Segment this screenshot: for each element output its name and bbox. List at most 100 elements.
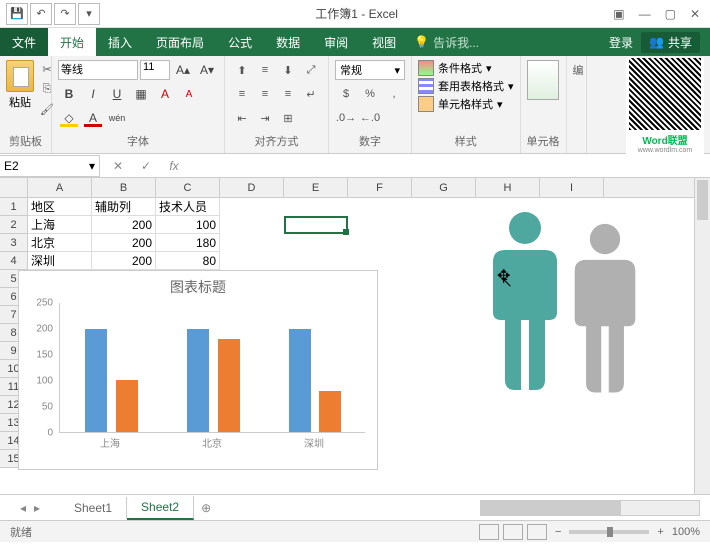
minimize-icon[interactable]: — — [639, 7, 651, 21]
chart-bar[interactable] — [85, 329, 107, 432]
font-size-select[interactable]: 11 — [140, 60, 170, 80]
sheet-tab-1[interactable]: Sheet1 — [60, 497, 127, 519]
enter-formula-icon[interactable]: ✓ — [136, 159, 156, 173]
column-header[interactable]: A — [28, 178, 92, 197]
tab-review[interactable]: 审阅 — [312, 28, 360, 56]
align-left-icon[interactable]: ≡ — [231, 84, 253, 104]
column-header[interactable]: H — [476, 178, 540, 197]
cells-icon[interactable] — [527, 60, 559, 100]
row-header[interactable]: 4 — [0, 252, 28, 270]
conditional-formatting-button[interactable]: 条件格式▾ — [418, 60, 492, 76]
save-icon[interactable]: 💾 — [6, 3, 28, 25]
person-shape-gray[interactable] — [560, 222, 650, 402]
person-shape-teal[interactable] — [480, 210, 570, 400]
column-header[interactable]: F — [348, 178, 412, 197]
align-center-icon[interactable]: ≡ — [254, 84, 276, 104]
align-right-icon[interactable]: ≡ — [277, 84, 299, 104]
bold-button[interactable]: B — [58, 84, 80, 104]
zoom-in-icon[interactable]: + — [657, 526, 663, 538]
maximize-icon[interactable]: ▢ — [665, 7, 676, 21]
login-link[interactable]: 登录 — [609, 34, 633, 51]
sheet-tab-2[interactable]: Sheet2 — [127, 496, 194, 520]
underline-button[interactable]: U — [106, 84, 128, 104]
tell-me[interactable]: 💡告诉我... — [408, 28, 609, 56]
embedded-chart[interactable]: 图表标题 050100150200250 上海北京深圳 — [18, 270, 378, 470]
cell[interactable]: 180 — [156, 234, 220, 252]
format-as-table-button[interactable]: 套用表格格式▾ — [418, 78, 514, 94]
tab-view[interactable]: 视图 — [360, 28, 408, 56]
tab-file[interactable]: 文件 — [0, 28, 48, 56]
page-layout-view-icon[interactable] — [503, 524, 523, 540]
column-header[interactable]: I — [540, 178, 604, 197]
border-icon[interactable]: ▦ — [130, 84, 152, 104]
percent-icon[interactable]: % — [359, 84, 381, 104]
scrollbar-thumb[interactable] — [697, 180, 708, 220]
decrease-font-icon[interactable]: A▾ — [196, 60, 218, 80]
column-header[interactable]: D — [220, 178, 284, 197]
increase-font-icon[interactable]: A▴ — [172, 60, 194, 80]
name-box[interactable]: E2▾ — [0, 155, 100, 177]
add-sheet-button[interactable]: ⊕ — [194, 501, 218, 515]
zoom-level[interactable]: 100% — [672, 526, 700, 538]
tab-formulas[interactable]: 公式 — [216, 28, 264, 56]
orientation-icon[interactable]: ⤢ — [300, 60, 322, 80]
wrap-text-icon[interactable]: ↵ — [300, 84, 322, 104]
chart-bar[interactable] — [319, 391, 341, 432]
cell[interactable]: 上海 — [28, 216, 92, 234]
currency-icon[interactable]: $ — [335, 84, 357, 104]
undo-icon[interactable]: ↶ — [30, 3, 52, 25]
phonetic-icon[interactable]: wén — [106, 108, 128, 128]
normal-view-icon[interactable] — [479, 524, 499, 540]
cell[interactable]: 100 — [156, 216, 220, 234]
column-header[interactable]: G — [412, 178, 476, 197]
chart-title[interactable]: 图表标题 — [19, 271, 377, 303]
font-large-icon[interactable]: A — [154, 84, 176, 104]
qat-more-icon[interactable]: ▾ — [78, 3, 100, 25]
zoom-out-icon[interactable]: − — [555, 526, 561, 538]
page-break-view-icon[interactable] — [527, 524, 547, 540]
chart-bar[interactable] — [289, 329, 311, 432]
tab-home[interactable]: 开始 — [48, 28, 96, 56]
vertical-scrollbar[interactable] — [694, 178, 710, 494]
align-bottom-icon[interactable]: ⬇ — [277, 60, 299, 80]
number-format-select[interactable]: 常规▾ — [335, 60, 405, 80]
scrollbar-thumb[interactable] — [481, 501, 621, 515]
next-sheet-icon[interactable]: ▸ — [34, 501, 40, 515]
increase-decimal-icon[interactable]: .0→ — [335, 108, 357, 128]
row-header[interactable]: 2 — [0, 216, 28, 234]
row-header[interactable]: 1 — [0, 198, 28, 216]
cancel-formula-icon[interactable]: ✕ — [108, 159, 128, 173]
cell[interactable]: 80 — [156, 252, 220, 270]
share-button[interactable]: 👥共享 — [641, 32, 700, 53]
chart-bar[interactable] — [187, 329, 209, 432]
select-all-corner[interactable] — [0, 178, 28, 197]
italic-button[interactable]: I — [82, 84, 104, 104]
decrease-indent-icon[interactable]: ⇤ — [231, 108, 253, 128]
paste-button[interactable]: 粘贴 — [6, 60, 34, 110]
cell[interactable]: 深圳 — [28, 252, 92, 270]
tab-insert[interactable]: 插入 — [96, 28, 144, 56]
tab-pagelayout[interactable]: 页面布局 — [144, 28, 216, 56]
redo-icon[interactable]: ↷ — [54, 3, 76, 25]
font-name-select[interactable]: 等线 — [58, 60, 138, 80]
row-header[interactable]: 3 — [0, 234, 28, 252]
cell[interactable]: 技术人员 — [156, 198, 220, 216]
selected-cell[interactable] — [284, 216, 348, 234]
merge-icon[interactable]: ⊞ — [277, 108, 299, 128]
cell[interactable]: 地区 — [28, 198, 92, 216]
align-middle-icon[interactable]: ≡ — [254, 60, 276, 80]
fx-icon[interactable]: fx — [164, 159, 184, 173]
chart-bar[interactable] — [116, 380, 138, 432]
sheet-nav[interactable]: ◂▸ — [0, 501, 60, 515]
column-header[interactable]: E — [284, 178, 348, 197]
decrease-decimal-icon[interactable]: ←.0 — [359, 108, 381, 128]
cell[interactable]: 200 — [92, 234, 156, 252]
spreadsheet-grid[interactable]: ABCDEFGHI 123456789101112131415 地区辅助列技术人… — [0, 178, 710, 494]
font-small-icon[interactable]: A — [178, 84, 200, 104]
cell[interactable]: 200 — [92, 216, 156, 234]
cell[interactable]: 北京 — [28, 234, 92, 252]
prev-sheet-icon[interactable]: ◂ — [20, 501, 26, 515]
column-header[interactable]: B — [92, 178, 156, 197]
cell[interactable]: 200 — [92, 252, 156, 270]
cell-styles-button[interactable]: 单元格样式▾ — [418, 96, 503, 112]
